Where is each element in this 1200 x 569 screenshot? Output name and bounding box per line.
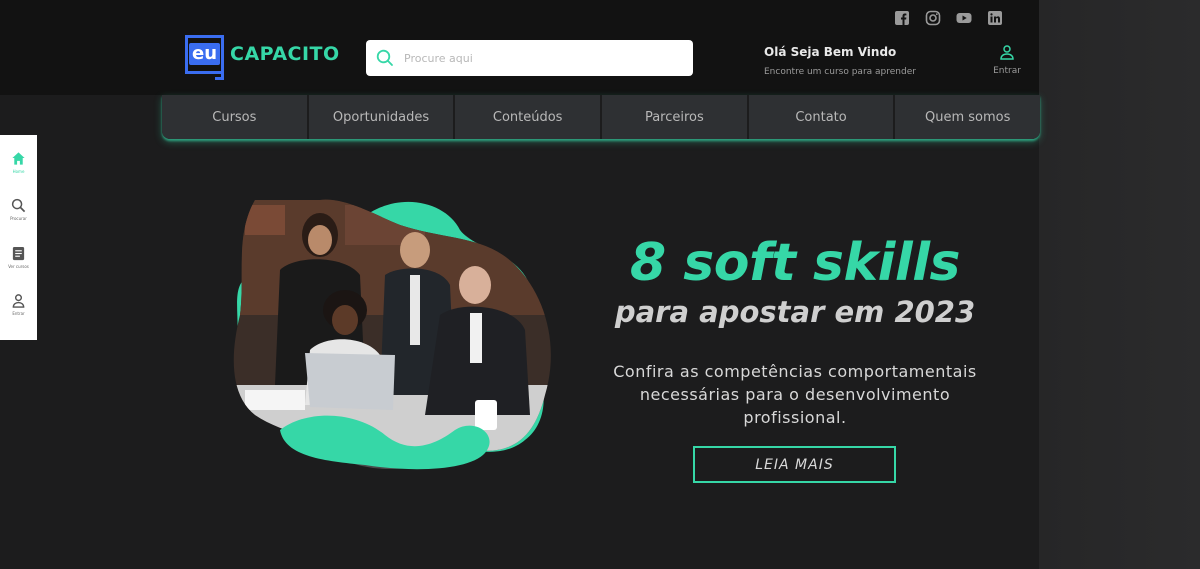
hero-subtitle: para apostar em 2023: [614, 295, 976, 329]
home-icon: [12, 152, 25, 165]
hero-description: Confira as competências comportamentais …: [585, 360, 1005, 429]
welcome-block: Olá Seja Bem Vindo Encontre um curso par…: [764, 45, 916, 77]
search-icon: [376, 49, 393, 66]
logo[interactable]: eu CAPACITO: [185, 34, 340, 80]
hero-image: [233, 199, 551, 470]
facebook-icon[interactable]: [893, 9, 910, 26]
sidebar-item-label: Procurar: [10, 216, 27, 222]
welcome-subtitle: Encontre um curso para aprender: [764, 67, 916, 77]
logo-mark: eu: [188, 43, 221, 65]
search-bar[interactable]: [366, 40, 693, 76]
logo-text: CAPACITO: [230, 43, 340, 65]
linkedin-icon[interactable]: [986, 9, 1003, 26]
sidebar-item-login[interactable]: Entrar: [11, 293, 26, 340]
user-icon: [12, 293, 25, 308]
nav-item-cursos[interactable]: Cursos: [162, 95, 307, 139]
instagram-icon[interactable]: [924, 9, 941, 26]
sidebar-item-search[interactable]: Procurar: [10, 198, 27, 245]
welcome-title: Olá Seja Bem Vindo: [764, 45, 897, 59]
team-photo: [233, 199, 551, 454]
login-label: Entrar: [993, 66, 1021, 76]
sidebar-item-courses[interactable]: Ver cursos: [8, 246, 29, 293]
sidebar-item-home[interactable]: Home: [11, 151, 26, 198]
nav-item-parceiros[interactable]: Parceiros: [602, 95, 747, 139]
youtube-icon[interactable]: [955, 9, 972, 26]
search-icon: [11, 199, 26, 213]
main-nav: Cursos Oportunidades Conteúdos Parceiros…: [162, 95, 1041, 139]
hero-description-line-2: necessárias para o desenvolvimento: [639, 385, 951, 404]
hero-title: 8 soft skills: [629, 233, 961, 293]
sidebar-item-label: Entrar: [12, 310, 25, 316]
nav-item-oportunidades[interactable]: Oportunidades: [308, 95, 454, 139]
search-input[interactable]: [404, 51, 674, 65]
nav-item-quem-somos[interactable]: Quem somos: [895, 95, 1041, 139]
side-menu: Home Procurar Ver cursos Entrar: [0, 135, 37, 340]
logo-mark-frame: eu: [185, 34, 224, 80]
document-icon: [12, 246, 25, 260]
user-icon: [1000, 45, 1014, 60]
read-more-button[interactable]: LEIA MAIS: [693, 446, 896, 483]
hero-description-line-3: profissional.: [743, 408, 847, 427]
right-shade: [1039, 0, 1200, 569]
hero-description-line-1: Confira as competências comportamentais: [613, 362, 977, 381]
sidebar-item-label: Home: [12, 169, 25, 174]
nav-item-conteudos[interactable]: Conteúdos: [455, 95, 601, 139]
nav-item-contato[interactable]: Contato: [748, 95, 894, 139]
social-links: [893, 9, 1003, 26]
header: eu CAPACITO Olá Seja Bem Vindo Encontre …: [0, 0, 1039, 95]
sidebar-item-label: Ver cursos: [8, 263, 29, 269]
login-button[interactable]: Entrar: [989, 44, 1025, 76]
